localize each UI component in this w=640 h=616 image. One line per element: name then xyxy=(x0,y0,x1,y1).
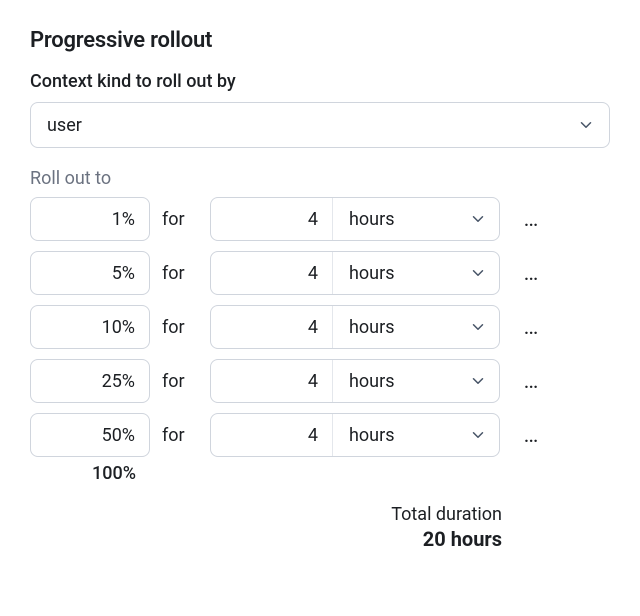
duration-unit-value: hours xyxy=(349,209,395,230)
chevron-down-icon xyxy=(469,426,487,444)
rollout-to-label: Roll out to xyxy=(30,168,610,189)
row-actions-button[interactable]: … xyxy=(512,413,552,457)
for-label: for xyxy=(162,371,198,392)
duration-value: 4 xyxy=(308,425,318,446)
duration-unit-value: hours xyxy=(349,263,395,284)
duration-group: 4 hours xyxy=(210,197,500,241)
more-icon: … xyxy=(524,207,541,232)
more-icon: … xyxy=(524,315,541,340)
rollout-step-row: 25% for 4 hours … xyxy=(30,359,610,403)
rollout-step-row: 50% for 4 hours … xyxy=(30,413,610,457)
rollout-steps: 1% for 4 hours … 5% for 4 xyxy=(30,197,610,457)
row-actions-button[interactable]: … xyxy=(512,251,552,295)
rollout-step-row: 5% for 4 hours … xyxy=(30,251,610,295)
rollout-step-row: 1% for 4 hours … xyxy=(30,197,610,241)
total-duration-value: 20 hours xyxy=(30,527,502,551)
percent-input[interactable]: 50% xyxy=(30,413,150,457)
chevron-down-icon xyxy=(469,210,487,228)
percent-input[interactable]: 25% xyxy=(30,359,150,403)
row-actions-button[interactable]: … xyxy=(512,359,552,403)
duration-unit-value: hours xyxy=(349,317,395,338)
duration-unit-select[interactable]: hours xyxy=(333,414,499,456)
duration-group: 4 hours xyxy=(210,251,500,295)
for-label: for xyxy=(162,425,198,446)
duration-unit-select[interactable]: hours xyxy=(333,360,499,402)
percent-input[interactable]: 10% xyxy=(30,305,150,349)
total-duration-label: Total duration xyxy=(30,504,502,525)
row-actions-button[interactable]: … xyxy=(512,305,552,349)
context-kind-value: user xyxy=(47,115,82,136)
duration-unit-select[interactable]: hours xyxy=(333,198,499,240)
duration-group: 4 hours xyxy=(210,413,500,457)
percent-input[interactable]: 1% xyxy=(30,197,150,241)
duration-value: 4 xyxy=(308,317,318,338)
row-actions-button[interactable]: … xyxy=(512,197,552,241)
chevron-down-icon xyxy=(469,264,487,282)
duration-unit-select[interactable]: hours xyxy=(333,252,499,294)
duration-value: 4 xyxy=(308,263,318,284)
duration-group: 4 hours xyxy=(210,359,500,403)
rollout-step-row: 10% for 4 hours … xyxy=(30,305,610,349)
duration-unit-select[interactable]: hours xyxy=(333,306,499,348)
more-icon: … xyxy=(524,261,541,286)
final-percent: 100% xyxy=(30,463,150,484)
for-label: for xyxy=(162,263,198,284)
duration-value-input[interactable]: 4 xyxy=(211,306,333,348)
more-icon: … xyxy=(524,423,541,448)
duration-value-input[interactable]: 4 xyxy=(211,360,333,402)
page-title: Progressive rollout xyxy=(30,28,610,53)
percent-value: 25% xyxy=(102,371,135,392)
duration-value-input[interactable]: 4 xyxy=(211,414,333,456)
chevron-down-icon xyxy=(469,372,487,390)
percent-input[interactable]: 5% xyxy=(30,251,150,295)
duration-unit-value: hours xyxy=(349,371,395,392)
percent-value: 5% xyxy=(112,263,135,284)
duration-value: 4 xyxy=(308,209,318,230)
percent-value: 10% xyxy=(102,317,135,338)
duration-group: 4 hours xyxy=(210,305,500,349)
for-label: for xyxy=(162,317,198,338)
duration-value: 4 xyxy=(308,371,318,392)
percent-value: 1% xyxy=(112,209,135,230)
duration-value-input[interactable]: 4 xyxy=(211,198,333,240)
duration-value-input[interactable]: 4 xyxy=(211,252,333,294)
context-kind-label: Context kind to roll out by xyxy=(30,71,610,92)
percent-value: 50% xyxy=(102,425,135,446)
more-icon: … xyxy=(524,369,541,394)
context-kind-select[interactable]: user xyxy=(30,102,610,148)
chevron-down-icon xyxy=(577,116,595,134)
duration-unit-value: hours xyxy=(349,425,395,446)
for-label: for xyxy=(162,209,198,230)
chevron-down-icon xyxy=(469,318,487,336)
